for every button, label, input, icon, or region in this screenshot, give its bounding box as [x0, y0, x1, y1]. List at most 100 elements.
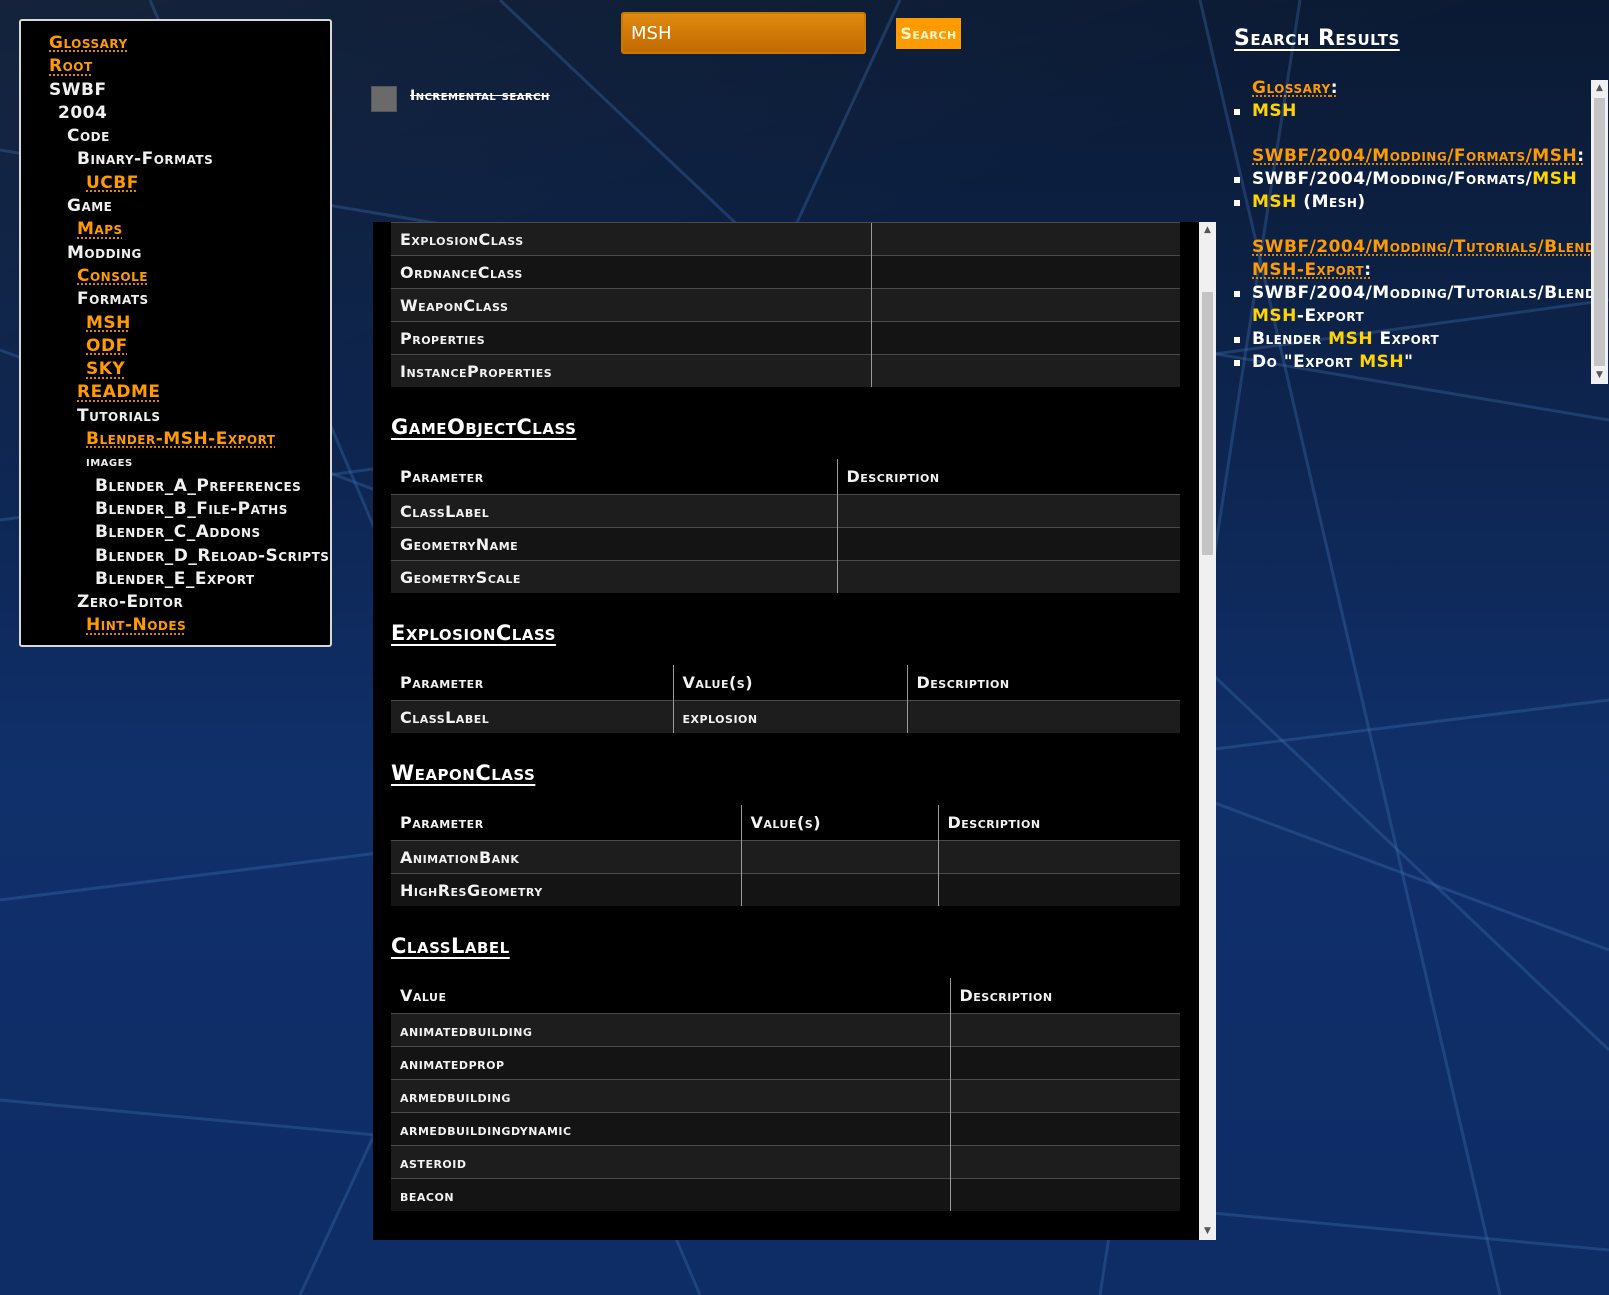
nav-folder: Binary-Formats	[77, 149, 214, 170]
table-row: beacon	[391, 1178, 1180, 1211]
section-heading-classlabel[interactable]: ClassLabel	[373, 934, 1198, 958]
nav-folder: Blender_B_File-Paths	[95, 498, 288, 519]
section-heading-gameobjectclass[interactable]: GameObjectClass	[373, 415, 1198, 439]
incremental-search-label: Incremental search	[410, 88, 550, 104]
nav-link[interactable]: README	[21, 381, 330, 404]
search-results-title: Search Results	[1234, 26, 1400, 51]
nav-link[interactable]: ODF	[21, 335, 330, 358]
result-highlight: MSH	[1328, 329, 1374, 349]
nav-link[interactable]: MSH	[21, 312, 330, 335]
table-cell: armedbuilding	[391, 1079, 950, 1113]
result-text: -Export	[1296, 306, 1365, 326]
result-group-title[interactable]: SWBF/2004/Modding/Tutorials/Blender-MSH-…	[1252, 237, 1591, 280]
scroll-down-icon[interactable]: ▼	[1199, 1223, 1216, 1240]
table-cell	[836, 527, 1180, 561]
table-row: HighResGeometry	[391, 873, 1180, 906]
table-cell	[949, 1013, 1180, 1047]
table-row: armedbuilding	[391, 1079, 1180, 1113]
nav-link[interactable]: Blender-MSH-Export	[21, 428, 330, 451]
result-item[interactable]: SWBF/2004/Modding/Formats/MSH	[1234, 168, 1591, 191]
scroll-up-icon[interactable]: ▲	[1199, 222, 1216, 239]
column-header: Parameter	[391, 459, 837, 495]
table-cell: HighResGeometry	[391, 873, 741, 906]
result-highlight: MSH	[1532, 169, 1578, 189]
table-cell	[949, 1046, 1180, 1080]
result-text: (Mesh)	[1296, 192, 1366, 212]
nav-folder: Blender_D_Reload-Scripts	[95, 545, 330, 566]
top-class-table: ExplosionClass OrdnanceClass WeaponClass…	[391, 222, 1180, 387]
result-item[interactable]: SWBF/2004/Modding/Tutorials/Blender- MSH-…	[1234, 282, 1591, 328]
table-cell	[906, 700, 1180, 733]
nav-link[interactable]: Console	[21, 265, 330, 288]
table-cell	[937, 873, 1180, 906]
scrollbar-thumb[interactable]	[1202, 292, 1213, 555]
nav-link[interactable]: Maps	[21, 218, 330, 241]
result-item[interactable]: Do "Export MSH"	[1234, 351, 1591, 374]
search-button[interactable]: Search	[896, 18, 961, 49]
scrollbar-thumb[interactable]	[1594, 98, 1605, 366]
table-cell	[836, 494, 1180, 528]
result-text: SWBF/2004/Modding/Formats/	[1252, 169, 1533, 189]
search-input[interactable]	[621, 12, 866, 54]
navigation-tree: Glossary Root SWBF 2004 Code Binary-Formats UC…	[19, 19, 332, 647]
main-scrollbar[interactable]: ▲ ▼	[1199, 222, 1216, 1240]
table-row: ClassLabel explosion	[391, 700, 1180, 733]
table-row: armedbuildingdynamic	[391, 1112, 1180, 1146]
table-cell: AnimationBank	[391, 840, 741, 874]
column-header: Description	[836, 459, 1180, 495]
nav-folder: 2004	[58, 102, 108, 123]
nav-folder: Game	[67, 196, 113, 217]
scroll-down-icon[interactable]: ▼	[1591, 367, 1608, 384]
scroll-up-icon[interactable]: ▲	[1591, 80, 1608, 97]
result-group-link[interactable]: SWBF/2004/Modding/Tutorials/Blender-MSH-…	[1252, 236, 1591, 282]
result-group-link[interactable]: SWBF/2004/Modding/Formats/MSH:	[1252, 145, 1591, 168]
column-header: Value(s)	[740, 805, 938, 841]
weaponclass-table: Parameter Value(s) Description Animation…	[391, 805, 1180, 906]
result-highlight: MSH	[1252, 192, 1297, 212]
main-content-panel[interactable]: ExplosionClass OrdnanceClass WeaponClass…	[373, 222, 1216, 1240]
nav-folder: images	[86, 454, 133, 471]
table-row: GeometryName	[391, 527, 1180, 561]
table-cell	[870, 321, 1180, 355]
nav-folder: Blender_E_Export	[95, 568, 255, 589]
column-header: Description	[937, 805, 1180, 841]
result-group: SWBF/2004/Modding/Formats/MSH: SWBF/2004…	[1234, 145, 1591, 214]
nav-link[interactable]: UCBF	[21, 172, 330, 195]
nav-link[interactable]: Hint-Nodes	[21, 614, 330, 637]
table-cell: WeaponClass	[391, 288, 871, 322]
result-text: Export	[1373, 329, 1440, 349]
incremental-search-checkbox[interactable]	[371, 86, 397, 112]
explosionclass-table: Parameter Value(s) Description ClassLabe…	[391, 665, 1180, 733]
table-cell: animatedprop	[391, 1046, 950, 1080]
table-cell: Properties	[391, 321, 871, 355]
section-heading-explosionclass[interactable]: ExplosionClass	[373, 621, 1198, 645]
table-cell: InstanceProperties	[391, 354, 871, 387]
table-cell: GeometryScale	[391, 560, 837, 593]
result-group: SWBF/2004/Modding/Tutorials/Blender-MSH-…	[1234, 236, 1591, 374]
table-cell	[836, 560, 1180, 593]
result-item[interactable]: MSH (Mesh)	[1234, 191, 1591, 214]
nav-link[interactable]: SKY	[21, 358, 330, 381]
result-group-title[interactable]: SWBF/2004/Modding/Formats/MSH	[1252, 146, 1577, 166]
table-row: WeaponClass	[391, 288, 1180, 322]
search-results-list[interactable]: Glossary: MSH SWBF/2004/Modding/Formats/…	[1234, 77, 1591, 381]
classlabel-table: Value Description animatedbuilding anima…	[391, 978, 1180, 1211]
table-row: animatedbuilding	[391, 1013, 1180, 1047]
column-header: Parameter	[391, 665, 673, 701]
results-scrollbar[interactable]: ▲ ▼	[1591, 80, 1608, 384]
nav-link[interactable]: Root	[21, 55, 330, 78]
table-row: animatedprop	[391, 1046, 1180, 1080]
nav-link[interactable]: Glossary	[21, 32, 330, 55]
nav-folder: Zero-Editor	[77, 592, 184, 613]
section-heading-weaponclass[interactable]: WeaponClass	[373, 761, 1198, 785]
nav-folder: SWBF	[49, 79, 107, 100]
table-cell: OrdnanceClass	[391, 255, 871, 289]
table-cell	[949, 1178, 1180, 1211]
table-cell: ClassLabel	[391, 494, 837, 528]
result-item[interactable]: MSH	[1234, 100, 1591, 123]
result-group-title[interactable]: Glossary	[1252, 78, 1331, 98]
result-group-link[interactable]: Glossary:	[1252, 77, 1591, 100]
nav-folder: Blender_A_Preferences	[95, 475, 302, 496]
table-cell: ExplosionClass	[391, 222, 871, 256]
result-item[interactable]: Blender MSH Export	[1234, 328, 1591, 351]
